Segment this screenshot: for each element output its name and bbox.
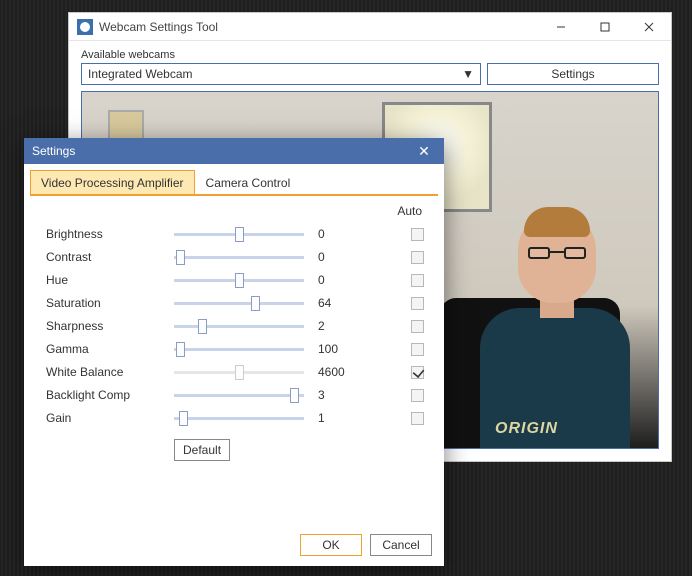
dialog-footer: OK Cancel — [300, 534, 432, 556]
slider-row-backlight-comp: Backlight Comp 3 — [46, 383, 430, 406]
minimize-button[interactable] — [539, 13, 583, 41]
saturation-auto-checkbox[interactable] — [411, 297, 424, 310]
brightness-value: 0 — [304, 227, 364, 241]
available-webcams-label: Available webcams — [81, 49, 659, 61]
app-icon — [77, 19, 93, 35]
slider-row-hue: Hue 0 — [46, 268, 430, 291]
hue-auto-checkbox[interactable] — [411, 274, 424, 287]
slider-row-white-balance: White Balance 4600 — [46, 360, 430, 383]
backlight-comp-label: Backlight Comp — [46, 388, 174, 402]
white-balance-slider — [174, 364, 304, 380]
gain-value: 1 — [304, 411, 364, 425]
white-balance-auto-checkbox[interactable] — [411, 366, 424, 379]
sharpness-slider[interactable] — [174, 318, 304, 334]
webcam-row: Integrated Webcam ▼ Settings — [81, 63, 659, 85]
titlebar: Webcam Settings Tool — [69, 13, 671, 41]
gain-label: Gain — [46, 411, 174, 425]
hue-slider[interactable] — [174, 272, 304, 288]
slider-row-gamma: Gamma 100 — [46, 337, 430, 360]
dialog-title: Settings — [32, 144, 75, 158]
preview-person: ORIGIN — [460, 198, 640, 448]
slider-row-brightness: Brightness 0 — [46, 222, 430, 245]
gamma-auto-checkbox[interactable] — [411, 343, 424, 356]
window-title: Webcam Settings Tool — [99, 20, 218, 34]
sharpness-label: Sharpness — [46, 319, 174, 333]
maximize-button[interactable] — [583, 13, 627, 41]
gamma-slider[interactable] — [174, 341, 304, 357]
dialog-tabs: Video Processing Amplifier Camera Contro… — [30, 170, 438, 196]
cancel-button[interactable]: Cancel — [370, 534, 432, 556]
sharpness-value: 2 — [304, 319, 364, 333]
dialog-body: Auto Brightness 0 Contrast 0 Hue 0 Saturation 6… — [24, 196, 444, 461]
sharpness-auto-checkbox[interactable] — [411, 320, 424, 333]
saturation-value: 64 — [304, 296, 364, 310]
hue-label: Hue — [46, 273, 174, 287]
dialog-titlebar: Settings ✕ — [24, 138, 444, 164]
saturation-label: Saturation — [46, 296, 174, 310]
brightness-label: Brightness — [46, 227, 174, 241]
auto-column-header: Auto — [46, 204, 424, 218]
tab-camera-control[interactable]: Camera Control — [195, 170, 302, 194]
default-button[interactable]: Default — [174, 439, 230, 461]
tab-video-processing-amplifier[interactable]: Video Processing Amplifier — [30, 170, 195, 194]
gain-slider[interactable] — [174, 410, 304, 426]
slider-row-gain: Gain 1 — [46, 406, 430, 429]
chevron-down-icon: ▼ — [462, 67, 474, 81]
slider-row-sharpness: Sharpness 2 — [46, 314, 430, 337]
contrast-slider[interactable] — [174, 249, 304, 265]
contrast-auto-checkbox[interactable] — [411, 251, 424, 264]
slider-row-saturation: Saturation 64 — [46, 291, 430, 314]
webcam-combo[interactable]: Integrated Webcam ▼ — [81, 63, 481, 85]
white-balance-label: White Balance — [46, 365, 174, 379]
gain-auto-checkbox[interactable] — [411, 412, 424, 425]
backlight-comp-value: 3 — [304, 388, 364, 402]
slider-row-contrast: Contrast 0 — [46, 245, 430, 268]
ok-button[interactable]: OK — [300, 534, 362, 556]
white-balance-value: 4600 — [304, 365, 364, 379]
brightness-auto-checkbox[interactable] — [411, 228, 424, 241]
gamma-value: 100 — [304, 342, 364, 356]
brightness-slider[interactable] — [174, 226, 304, 242]
settings-button[interactable]: Settings — [487, 63, 659, 85]
contrast-value: 0 — [304, 250, 364, 264]
window-controls — [539, 13, 671, 41]
hue-value: 0 — [304, 273, 364, 287]
saturation-slider[interactable] — [174, 295, 304, 311]
backlight-comp-slider[interactable] — [174, 387, 304, 403]
settings-dialog: Settings ✕ Video Processing Amplifier Ca… — [24, 138, 444, 566]
webcam-combo-value: Integrated Webcam — [88, 67, 193, 81]
contrast-label: Contrast — [46, 250, 174, 264]
dialog-close-button[interactable]: ✕ — [412, 143, 436, 160]
close-button[interactable] — [627, 13, 671, 41]
backlight-comp-auto-checkbox[interactable] — [411, 389, 424, 402]
gamma-label: Gamma — [46, 342, 174, 356]
